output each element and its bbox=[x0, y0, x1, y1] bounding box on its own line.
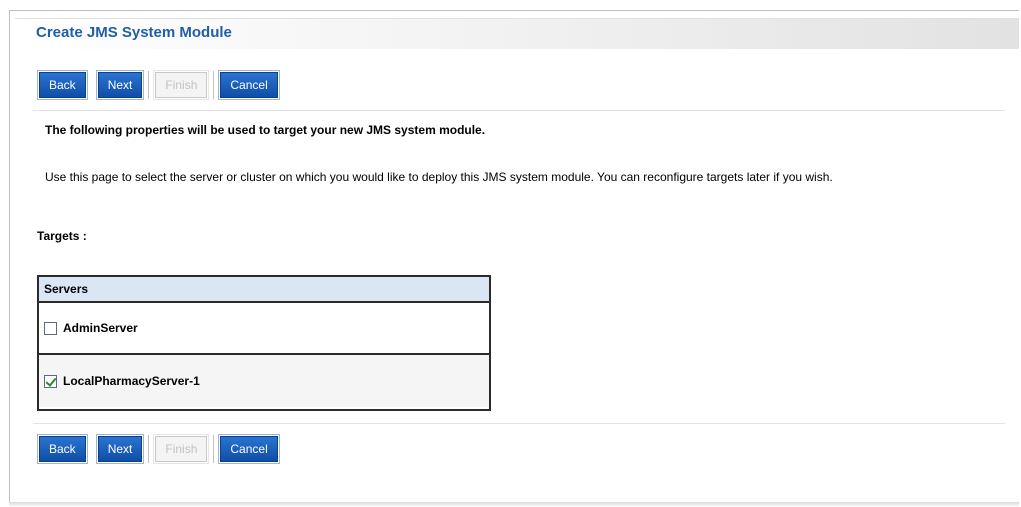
servers-table-header: Servers bbox=[39, 277, 489, 303]
bottom-toolbar: Back Next Finish Cancel bbox=[38, 435, 279, 463]
next-button[interactable]: Next bbox=[96, 71, 144, 99]
table-row: AdminServer bbox=[39, 303, 489, 355]
toolbar-separator bbox=[213, 71, 215, 99]
next-button[interactable]: Next bbox=[96, 435, 144, 463]
targets-label: Targets : bbox=[37, 229, 87, 243]
description-text: Use this page to select the server or cl… bbox=[45, 170, 833, 184]
divider bbox=[33, 423, 1005, 424]
page-title: Create JMS System Module bbox=[36, 24, 232, 41]
servers-table: Servers AdminServer LocalPharmacyServer-… bbox=[37, 275, 491, 411]
local-pharmacy-server-checkbox[interactable] bbox=[44, 374, 57, 388]
server-name: LocalPharmacyServer-1 bbox=[63, 374, 200, 388]
toolbar-separator bbox=[148, 435, 150, 463]
back-button[interactable]: Back bbox=[38, 71, 87, 99]
table-row: LocalPharmacyServer-1 bbox=[39, 355, 489, 407]
admin-server-checkbox[interactable] bbox=[44, 321, 57, 335]
cancel-button[interactable]: Cancel bbox=[219, 435, 279, 463]
divider bbox=[33, 110, 1005, 111]
intro-text: The following properties will be used to… bbox=[45, 123, 486, 137]
finish-button[interactable]: Finish bbox=[154, 435, 209, 463]
top-toolbar: Back Next Finish Cancel bbox=[38, 71, 279, 99]
server-name: AdminServer bbox=[63, 321, 138, 335]
finish-button[interactable]: Finish bbox=[154, 71, 209, 99]
cancel-button[interactable]: Cancel bbox=[219, 71, 279, 99]
toolbar-separator bbox=[148, 71, 150, 99]
page-header: Create JMS System Module bbox=[15, 18, 1019, 49]
toolbar-separator bbox=[213, 435, 215, 463]
back-button[interactable]: Back bbox=[38, 435, 87, 463]
